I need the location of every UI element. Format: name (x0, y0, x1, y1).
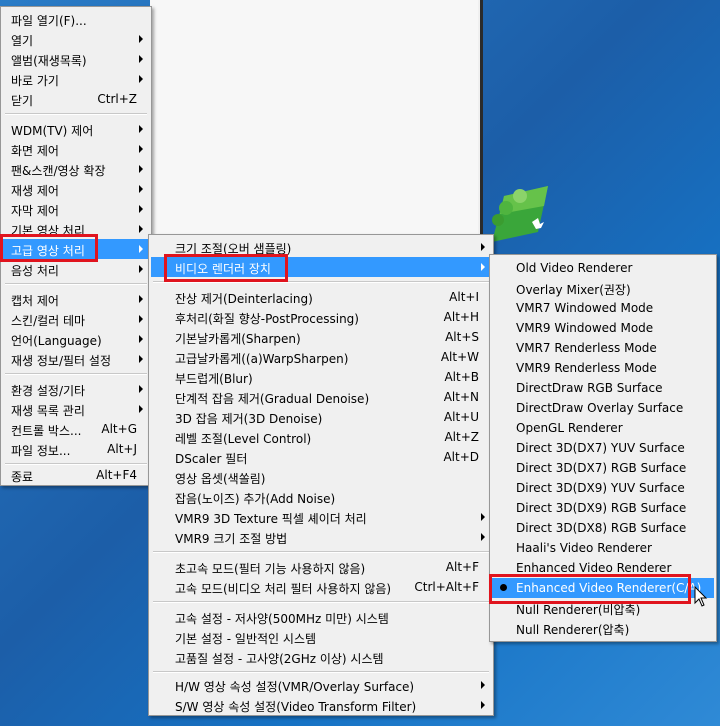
menu-item-sw-video-props[interactable]: S/W 영상 속성 설정(Video Transform Filter) (151, 695, 491, 715)
menu-item-low-spec-preset[interactable]: 고속 설정 - 저사양(500MHz 미만) 시스템 (151, 607, 491, 627)
menu-separator (5, 283, 147, 285)
menu-item-open-file[interactable]: 파일 열기(F)... (3, 9, 149, 29)
menu-item-postprocessing[interactable]: 후처리(화질 향상-PostProcessing) Alt+H (151, 307, 491, 327)
annotation-highlight-renderer (164, 254, 288, 282)
submenu-arrow-icon (139, 335, 143, 343)
submenu-arrow-icon (139, 55, 143, 63)
menu-item-fast-mode[interactable]: 고속 모드(비디오 처리 필터 사용하지 않음) Ctrl+Alt+F (151, 577, 491, 597)
renderer-item[interactable]: VMR9 Renderless Mode (492, 358, 714, 378)
menu-item-hw-video-props[interactable]: H/W 영상 속성 설정(VMR/Overlay Surface) (151, 675, 491, 695)
submenu-arrow-icon (139, 35, 143, 43)
submenu-arrow-icon (139, 185, 143, 193)
menu-item-3d-denoise[interactable]: 3D 잡음 제거(3D Denoise) Alt+U (151, 407, 491, 427)
submenu-arrow-icon (481, 513, 485, 521)
renderer-item[interactable]: DirectDraw RGB Surface (492, 378, 714, 398)
menu-item-audio[interactable]: 음성 처리 (3, 259, 149, 279)
menu-item-wdm-control[interactable]: WDM(TV) 제어 (3, 119, 149, 139)
menu-item-album[interactable]: 앨범(재생목록) (3, 49, 149, 69)
menu-item-vmr9-pixel-shader[interactable]: VMR9 3D Texture 픽셀 셰이더 처리 (151, 507, 491, 527)
submenu-arrow-icon (139, 145, 143, 153)
menu-item-blur[interactable]: 부드럽게(Blur) Alt+B (151, 367, 491, 387)
renderer-item[interactable]: VMR7 Windowed Mode (492, 298, 714, 318)
renderer-item[interactable]: Old Video Renderer (492, 258, 714, 278)
menu-item-open[interactable]: 열기 (3, 29, 149, 49)
submenu-arrow-icon (139, 125, 143, 133)
renderer-item[interactable]: VMR7 Renderless Mode (492, 338, 714, 358)
menu-item-control-box[interactable]: 컨트롤 박스... Alt+G (3, 419, 149, 439)
advanced-video-submenu: 크기 조절(오버 샘플링) 비디오 렌더러 장치 잔상 제거(Deinterla… (148, 234, 494, 716)
menu-item-screen-control[interactable]: 화면 제어 (3, 139, 149, 159)
menu-item-skin-theme[interactable]: 스킨/컬러 테마 (3, 309, 149, 329)
menu-item-warpsharpen[interactable]: 고급날카롭게((a)WarpSharpen) Alt+W (151, 347, 491, 367)
menu-separator (153, 601, 489, 603)
submenu-arrow-icon (139, 385, 143, 393)
submenu-arrow-icon (139, 355, 143, 363)
menu-item-default-preset[interactable]: 기본 설정 - 일반적인 시스템 (151, 627, 491, 647)
submenu-arrow-icon (139, 205, 143, 213)
menu-item-file-info[interactable]: 파일 정보... Alt+J (3, 439, 149, 459)
renderer-item[interactable]: DirectDraw Overlay Surface (492, 398, 714, 418)
submenu-arrow-icon (481, 533, 485, 541)
menu-item-deinterlacing[interactable]: 잔상 제거(Deinterlacing) Alt+I (151, 287, 491, 307)
renderer-item[interactable]: Direct 3D(DX7) YUV Surface (492, 438, 714, 458)
renderer-item[interactable]: Haali's Video Renderer (492, 538, 714, 558)
submenu-arrow-icon (481, 263, 485, 271)
submenu-arrow-icon (481, 701, 485, 709)
submenu-arrow-icon (139, 405, 143, 413)
windows-logo-icon (492, 186, 548, 242)
menu-item-close[interactable]: 닫기 Ctrl+Z (3, 89, 149, 109)
menu-item-pan-scan[interactable]: 팬&스캔/영상 확장 (3, 159, 149, 179)
menu-item-level-control[interactable]: 레벨 조절(Level Control) Alt+Z (151, 427, 491, 447)
submenu-arrow-icon (139, 245, 143, 253)
menu-item-preferences[interactable]: 환경 설정/기타 (3, 379, 149, 399)
submenu-arrow-icon (481, 681, 485, 689)
menu-item-sharpen[interactable]: 기본날카롭게(Sharpen) Alt+S (151, 327, 491, 347)
menu-separator (153, 671, 489, 673)
player-window (150, 0, 483, 240)
annotation-highlight-advanced (0, 234, 98, 262)
renderer-item[interactable]: Direct 3D(DX9) YUV Surface (492, 478, 714, 498)
renderer-item[interactable]: Null Renderer(압축) (492, 618, 714, 638)
renderer-item[interactable]: Direct 3D(DX8) RGB Surface (492, 518, 714, 538)
submenu-arrow-icon (139, 225, 143, 233)
submenu-arrow-icon (139, 315, 143, 323)
menu-item-exit[interactable]: 종료 Alt+F4 (3, 465, 149, 485)
menu-item-video-offset[interactable]: 영상 옵셋(색쏠림) (151, 467, 491, 487)
menu-item-gradual-denoise[interactable]: 단계적 잡음 제거(Gradual Denoise) Alt+N (151, 387, 491, 407)
submenu-arrow-icon (139, 265, 143, 273)
menu-item-high-quality-preset[interactable]: 고품질 설정 - 고사양(2GHz 이상) 시스템 (151, 647, 491, 667)
menu-item-playlist-manage[interactable]: 재생 목록 관리 (3, 399, 149, 419)
renderer-item[interactable]: Direct 3D(DX7) RGB Surface (492, 458, 714, 478)
renderer-item[interactable]: VMR9 Windowed Mode (492, 318, 714, 338)
menu-item-shortcut[interactable]: 바로 가기 (3, 69, 149, 89)
menu-item-dscaler[interactable]: DScaler 필터 Alt+D (151, 447, 491, 467)
submenu-arrow-icon (139, 165, 143, 173)
menu-item-add-noise[interactable]: 잡음(노이즈) 추가(Add Noise) (151, 487, 491, 507)
submenu-arrow-icon (481, 243, 485, 251)
menu-item-capture[interactable]: 캡처 제어 (3, 289, 149, 309)
mouse-cursor-icon (694, 586, 708, 607)
submenu-arrow-icon (139, 75, 143, 83)
menu-item-vmr9-resize[interactable]: VMR9 크기 조절 방법 (151, 527, 491, 547)
menu-item-playback-control[interactable]: 재생 제어 (3, 179, 149, 199)
renderer-item[interactable]: Direct 3D(DX9) RGB Surface (492, 498, 714, 518)
menu-separator (5, 373, 147, 375)
menu-separator (153, 551, 489, 553)
menu-item-subtitle-control[interactable]: 자막 제어 (3, 199, 149, 219)
submenu-arrow-icon (139, 295, 143, 303)
annotation-highlight-evr-ca (489, 574, 691, 604)
renderer-item[interactable]: OpenGL Renderer (492, 418, 714, 438)
menu-item-playback-info[interactable]: 재생 정보/필터 설정 (3, 349, 149, 369)
menu-separator (5, 113, 147, 115)
menu-item-ultra-fast-mode[interactable]: 초고속 모드(필터 기능 사용하지 않음) Alt+F (151, 557, 491, 577)
menu-item-language[interactable]: 언어(Language) (3, 329, 149, 349)
renderer-item[interactable]: Overlay Mixer(권장) (492, 278, 714, 298)
